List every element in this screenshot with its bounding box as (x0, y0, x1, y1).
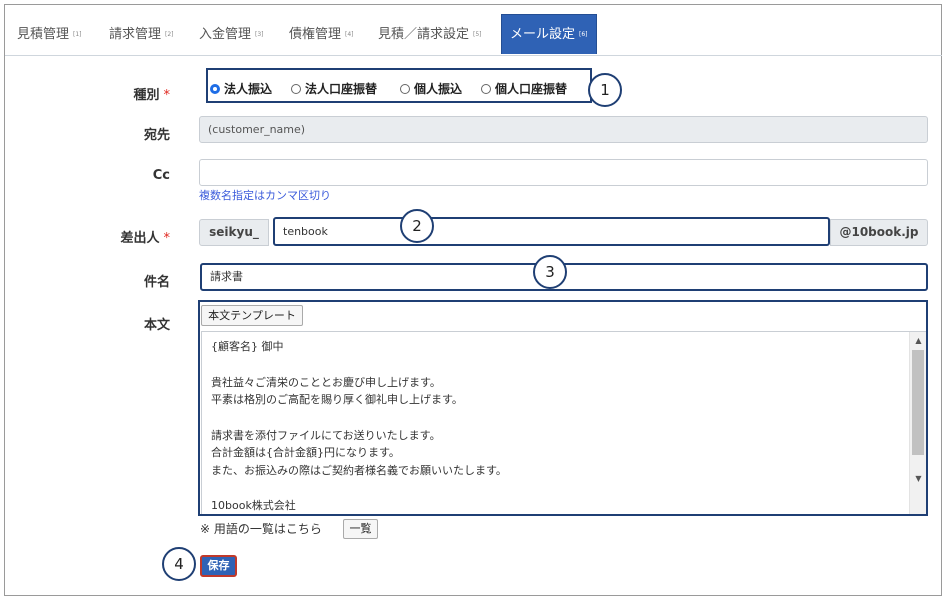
subject-label: 件名 (143, 275, 170, 290)
callout-4: 4 (162, 547, 196, 581)
terms-note-text: ※ 用語の一覧はこちら (200, 522, 322, 536)
terms-list-button[interactable]: 一覧 (343, 519, 378, 539)
radio-checked-icon (210, 84, 220, 94)
tab-shortcut: [6] (579, 31, 588, 38)
sender-input[interactable]: tenbook (273, 217, 830, 246)
body-line: {顧客名} 御中 (211, 340, 284, 353)
radio-corporate-debit[interactable]: 法人口座振替 (291, 80, 377, 97)
tab-mail-settings[interactable]: メール設定 [6] (501, 14, 597, 54)
tab-estimate[interactable]: 見積管理 [1] (17, 15, 82, 54)
terms-note: ※ 用語の一覧はこちら (200, 520, 322, 537)
tab-invoice[interactable]: 請求管理 [2] (109, 15, 174, 54)
tab-label: 見積／請求設定 (378, 27, 470, 42)
tab-label: 債権管理 (289, 27, 342, 42)
body-line: 貴社益々ご清栄のこととお慶び申し上げます。 (211, 376, 441, 389)
cc-input[interactable] (199, 159, 928, 186)
tab-label: 入金管理 (199, 27, 252, 42)
sender-prefix: seikyu_ (199, 219, 269, 246)
radio-label: 法人振込 (224, 82, 273, 96)
body-textarea[interactable]: {顧客名} 御中 貴社益々ご清栄のこととお慶び申し上げます。 平素は格別のご高配… (201, 331, 927, 515)
to-field: (customer_name) (199, 116, 928, 143)
radio-unchecked-icon (481, 84, 491, 94)
tab-shortcut: [4] (345, 31, 354, 38)
scroll-down-icon[interactable]: ▼ (910, 472, 926, 486)
type-radio-group: 法人振込 法人口座振替 個人振込 個人口座振替 (206, 68, 592, 103)
callout-2: 2 (400, 209, 434, 243)
tab-shortcut: [5] (473, 31, 482, 38)
tab-payment[interactable]: 入金管理 [3] (199, 15, 264, 54)
body-line: 10book株式会社 (211, 499, 296, 512)
tab-label: 請求管理 (109, 27, 162, 42)
type-label: 種別 * (100, 84, 170, 103)
body-line: 合計金額は{合計金額}円になります。 (211, 446, 400, 459)
tab-estimate-invoice-settings[interactable]: 見積／請求設定 [5] (378, 15, 482, 54)
required-mark: * (163, 231, 171, 246)
save-button[interactable]: 保存 (200, 555, 237, 577)
scroll-thumb[interactable] (912, 350, 924, 455)
required-mark: * (163, 88, 171, 103)
scroll-up-icon[interactable]: ▲ (910, 334, 926, 348)
cc-hint: 複数名指定はカンマ区切り (199, 189, 331, 202)
body-template-button[interactable]: 本文テンプレート (201, 305, 303, 326)
body-line: 請求書を添付ファイルにてお送りいたします。 (211, 429, 441, 442)
body-line: 平素は格別のご高配を賜り厚く御礼申し上げます。 (211, 393, 463, 406)
radio-individual-debit[interactable]: 個人口座振替 (481, 80, 567, 97)
sender-label-text: 差出人 (120, 231, 160, 246)
to-label: 宛先 (143, 128, 170, 143)
body-scrollbar[interactable]: ▲ ▼ (909, 332, 926, 514)
body-line: また、お振込みの際はご契約者様名義でお願いいたします。 (211, 464, 507, 477)
radio-label: 個人振込 (414, 82, 463, 96)
tab-label: メール設定 (510, 27, 576, 42)
type-label-text: 種別 (133, 88, 160, 103)
tab-receivables[interactable]: 債権管理 [4] (289, 15, 354, 54)
callout-3: 3 (533, 255, 567, 289)
cc-label: Cc (152, 168, 170, 183)
tab-shortcut: [1] (73, 31, 82, 38)
tab-label: 見積管理 (17, 27, 70, 42)
radio-label: 個人口座振替 (495, 82, 568, 96)
sender-domain: @10book.jp (830, 219, 928, 246)
tab-shortcut: [3] (255, 31, 264, 38)
radio-unchecked-icon (400, 84, 410, 94)
radio-unchecked-icon (291, 84, 301, 94)
tab-shortcut: [2] (165, 31, 174, 38)
tab-bar: 見積管理 [1] 請求管理 [2] 入金管理 [3] 債権管理 [4] 見積／請求設定[… (5, 14, 942, 56)
body-label: 本文 (143, 318, 170, 333)
sender-label: 差出人 * (100, 227, 170, 246)
radio-corporate-transfer[interactable]: 法人振込 (210, 80, 272, 97)
radio-individual-transfer[interactable]: 個人振込 (400, 80, 462, 97)
radio-label: 法人口座振替 (305, 82, 378, 96)
callout-1: 1 (588, 73, 622, 107)
